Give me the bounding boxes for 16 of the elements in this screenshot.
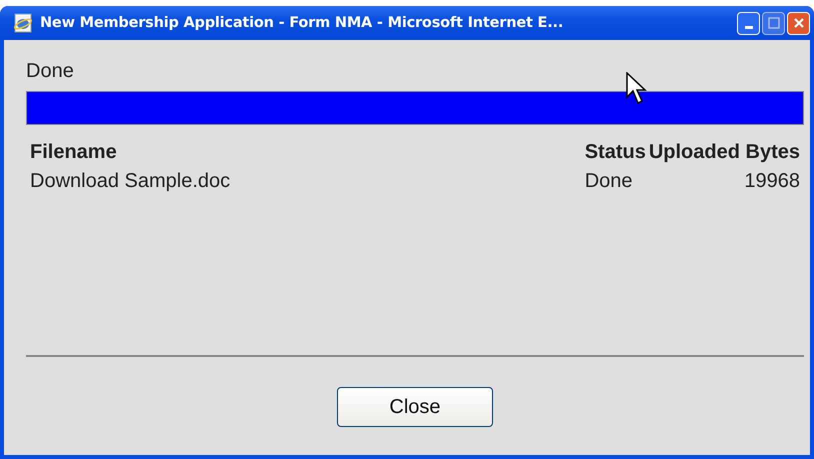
close-button[interactable]: Close xyxy=(337,387,493,427)
column-header: Filename xyxy=(30,141,118,164)
table-cell-text: Done xyxy=(584,170,634,193)
maximize-icon xyxy=(768,17,780,29)
browser-icon xyxy=(12,12,34,34)
window-title: New Membership Application - Form NMA - Microsoft Internet E... xyxy=(40,15,564,31)
column-header: Uploaded Bytes xyxy=(648,141,800,164)
minimize-icon xyxy=(744,26,752,28)
table-cell-text: Download Sample.doc xyxy=(30,170,232,193)
close-icon xyxy=(792,17,804,29)
close-button[interactable] xyxy=(787,12,810,34)
maximize-button[interactable] xyxy=(762,12,785,34)
column-header: Status xyxy=(584,141,646,164)
minimize-button[interactable] xyxy=(737,12,760,34)
status-text: Done xyxy=(26,60,74,83)
table-cell-text: 19968 xyxy=(743,170,800,193)
